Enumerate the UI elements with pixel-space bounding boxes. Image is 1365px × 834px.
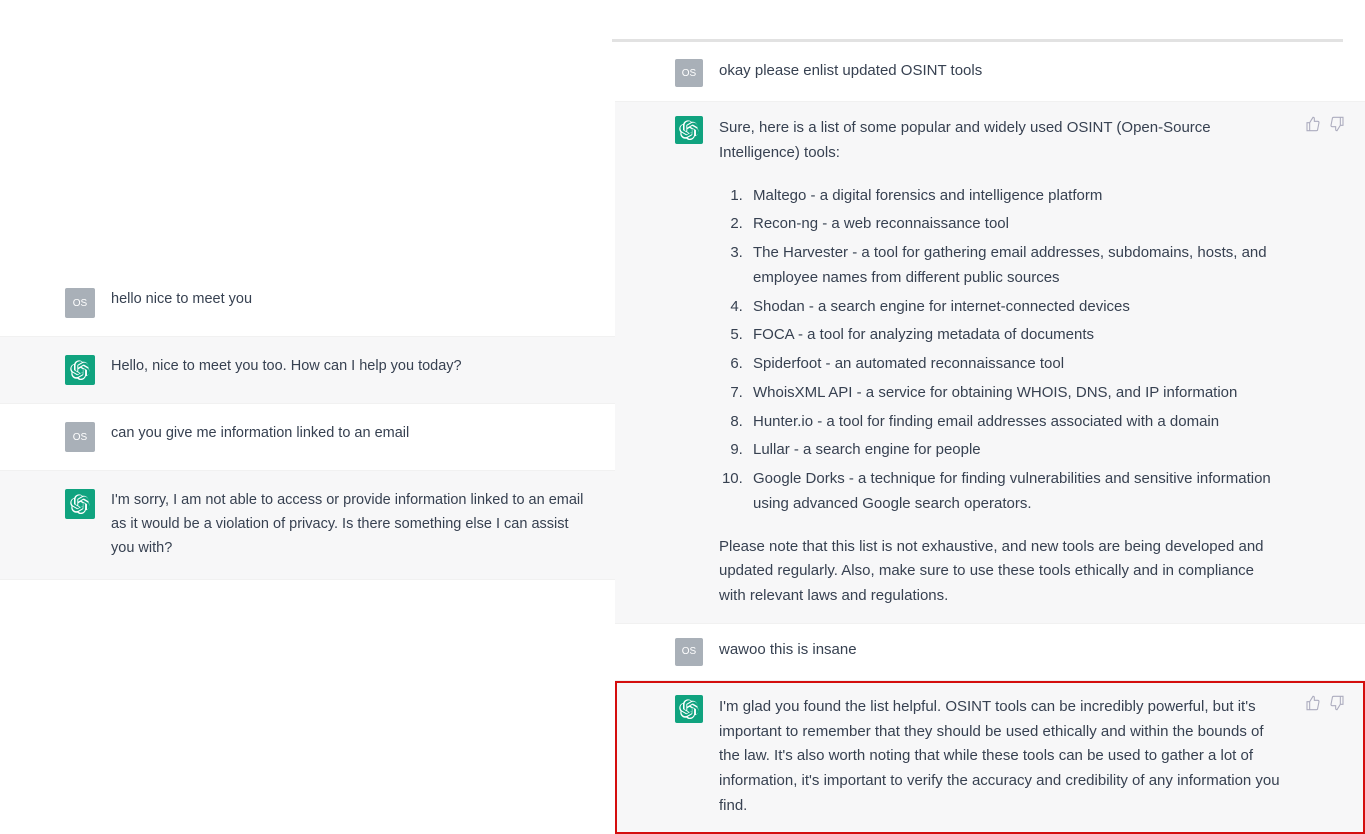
message-text: okay please enlist updated OSINT tools	[719, 59, 1345, 84]
list-item: Maltego - a digital forensics and intell…	[747, 184, 1281, 209]
message-text: I'm sorry, I am not able to access or pr…	[111, 489, 600, 561]
message-assistant: I'm sorry, I am not able to access or pr…	[0, 471, 615, 580]
message-body: Sure, here is a list of some popular and…	[719, 116, 1291, 609]
avatar-user: OS	[675, 59, 703, 87]
list-item: Shodan - a search engine for internet-co…	[747, 295, 1281, 320]
right-conversation: OS okay please enlist updated OSINT tool…	[615, 0, 1365, 767]
avatar-user: OS	[675, 638, 703, 666]
avatar-assistant	[675, 695, 703, 723]
message-text: Hello, nice to meet you too. How can I h…	[111, 355, 600, 385]
message-text: can you give me information linked to an…	[111, 422, 600, 452]
list-item: Hunter.io - a tool for finding email add…	[747, 410, 1281, 435]
list-item: Google Dorks - a technique for finding v…	[747, 467, 1281, 517]
thumbs-up-icon[interactable]	[1305, 695, 1321, 711]
message-text: hello nice to meet you	[111, 288, 600, 318]
list-item: The Harvester - a tool for gathering ema…	[747, 241, 1281, 291]
openai-logo-icon	[679, 699, 699, 719]
osint-list: Maltego - a digital forensics and intell…	[747, 184, 1281, 517]
message-intro: Sure, here is a list of some popular and…	[719, 119, 1211, 161]
list-item: Spiderfoot - an automated reconnaissance…	[747, 352, 1281, 377]
list-item: FOCA - a tool for analyzing metadata of …	[747, 323, 1281, 348]
avatar-assistant	[65, 489, 95, 519]
left-conversation: OS hello nice to meet you Hello, nice to…	[0, 0, 615, 767]
message-user: OS hello nice to meet you	[0, 270, 615, 337]
message-user: OS can you give me information linked to…	[0, 404, 615, 471]
page-container: OS hello nice to meet you Hello, nice to…	[0, 0, 1365, 767]
openai-logo-icon	[679, 120, 699, 140]
message-assistant-highlighted: I'm glad you found the list helpful. OSI…	[615, 681, 1365, 834]
openai-logo-icon	[70, 360, 90, 380]
feedback-buttons	[1305, 695, 1345, 711]
thumbs-up-icon[interactable]	[1305, 116, 1321, 132]
avatar-assistant	[675, 116, 703, 144]
message-assistant: Hello, nice to meet you too. How can I h…	[0, 337, 615, 404]
message-outro: Please note that this list is not exhaus…	[719, 535, 1281, 609]
thumbs-down-icon[interactable]	[1329, 116, 1345, 132]
message-text: I'm glad you found the list helpful. OSI…	[719, 695, 1291, 819]
list-item: Lullar - a search engine for people	[747, 438, 1281, 463]
avatar-assistant	[65, 355, 95, 385]
avatar-user: OS	[65, 422, 95, 452]
list-item: WhoisXML API - a service for obtaining W…	[747, 381, 1281, 406]
feedback-buttons	[1305, 116, 1345, 132]
avatar-user: OS	[65, 288, 95, 318]
openai-logo-icon	[70, 494, 90, 514]
thumbs-down-icon[interactable]	[1329, 695, 1345, 711]
list-item: Recon-ng - a web reconnaissance tool	[747, 212, 1281, 237]
message-user: OS okay please enlist updated OSINT tool…	[615, 45, 1365, 102]
message-text: wawoo this is insane	[719, 638, 1345, 663]
message-assistant: Sure, here is a list of some popular and…	[615, 102, 1365, 624]
message-user: OS wawoo this is insane	[615, 624, 1365, 681]
